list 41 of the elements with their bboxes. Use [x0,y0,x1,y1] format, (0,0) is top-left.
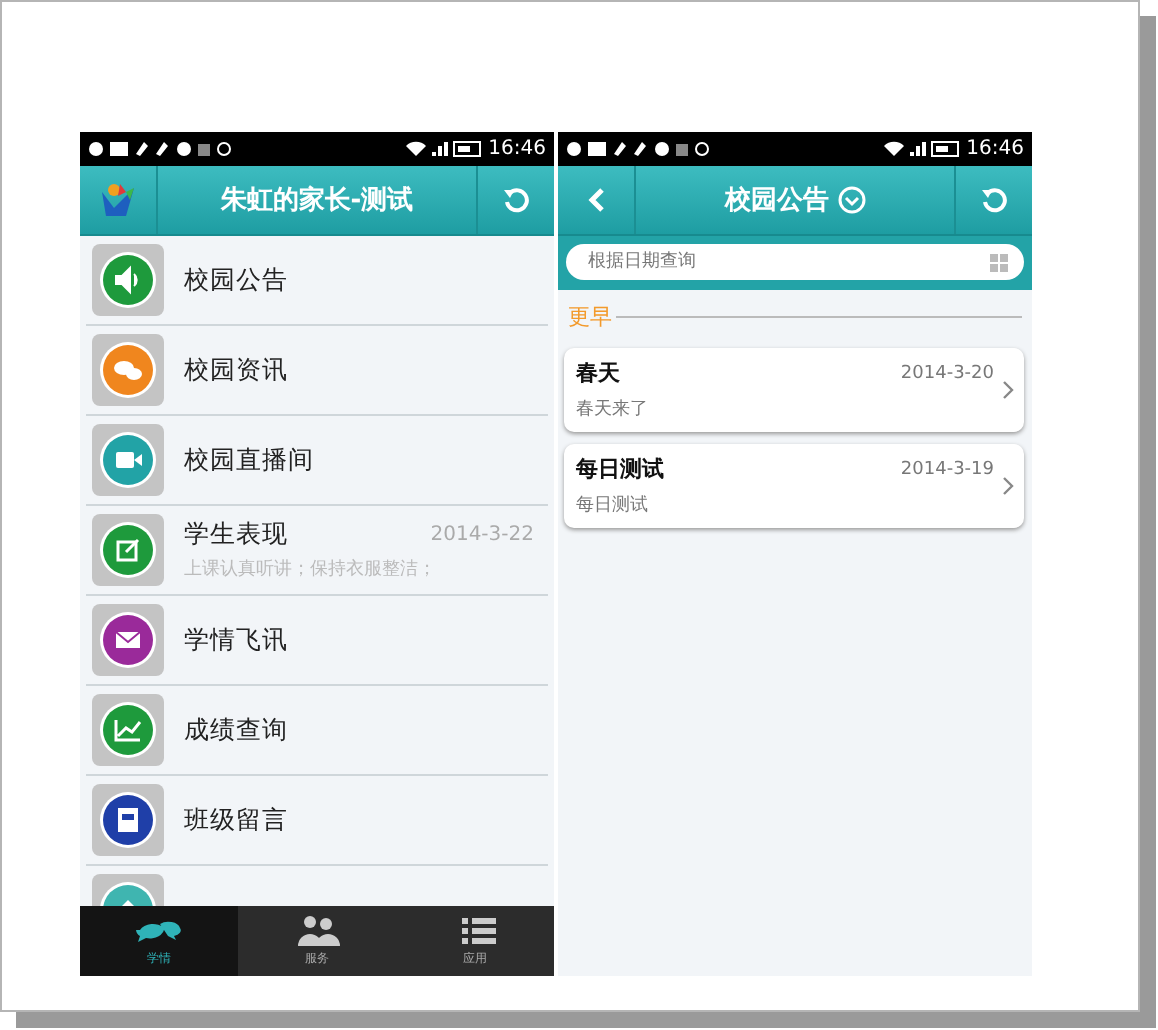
menu-label: 校园公告 [184,263,288,297]
dropdown-icon[interactable] [837,186,865,214]
menu-item[interactable]: 班级留言 [86,776,548,866]
menu-label: 成绩查询 [184,713,288,747]
menu-item[interactable]: 校园资讯 [86,326,548,416]
grid-icon[interactable] [990,253,1008,271]
refresh-icon[interactable] [502,186,530,214]
notice-card[interactable]: 春天 2014-3-20 春天来了 [564,348,1024,432]
menu-date: 2014-3-22 [430,524,534,546]
people-icon [293,914,341,946]
menu-label: 校园直播间 [184,443,314,477]
chevron-icon [1002,476,1014,496]
app-logo-icon [98,180,138,220]
header-title: 朱虹的家长-测试 [220,183,414,218]
signal-battery-icons-drawing [406,140,483,158]
section-heading: 更早 [568,302,612,332]
search-field[interactable]: 根据日期查询 [566,244,1024,280]
notice-date: 2014-3-20 [900,363,994,383]
refresh-icon[interactable] [980,186,1008,214]
menu-item[interactable]: 学生表现 2014-3-22 上课认真听讲；保持衣服整洁； [86,506,548,596]
menu-label: 校园资讯 [184,353,288,387]
notice-summary: 春天来了 [576,397,650,422]
signal-battery-icons-drawing [884,140,961,158]
menu-label: 学生表现 [184,518,288,552]
header-title: 校园公告 [725,183,829,218]
menu-subtitle: 上课认真听讲；保持衣服整洁； [184,557,438,582]
status-time: 16:46 [488,138,546,160]
menu-label: 学情飞讯 [184,623,288,657]
back-icon[interactable] [586,188,606,212]
notice-summary: 每日测试 [576,493,650,518]
notice-date: 2014-3-19 [900,459,994,479]
status-time: 16:46 [966,138,1024,160]
menu-item[interactable]: 校园公告 [86,236,548,326]
menu-label: 班级留言 [184,803,288,837]
menu-item[interactable]: 校园直播间 [86,416,548,506]
notice-title: 每日测试 [576,454,664,484]
notice-card[interactable]: 每日测试 2014-3-19 每日测试 [564,444,1024,528]
chevron-icon [1002,380,1014,400]
notice-title: 春天 [576,358,620,388]
menu-item[interactable]: 成绩查询 [86,686,548,776]
menu-item[interactable]: 学情飞讯 [86,596,548,686]
